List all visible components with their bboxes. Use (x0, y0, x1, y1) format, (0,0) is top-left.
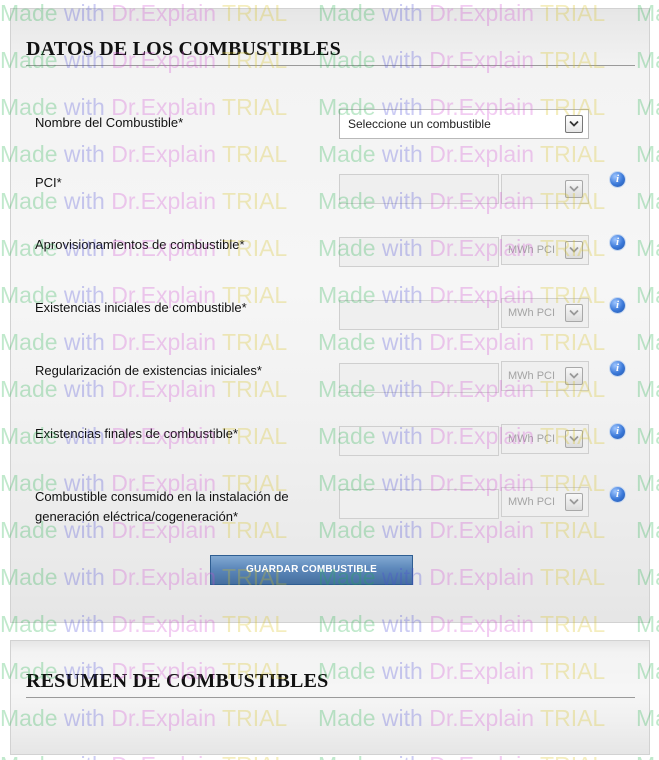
consumed-input[interactable] (339, 489, 499, 519)
chevron-down-icon[interactable] (565, 180, 583, 198)
initial-stock-regularization-input[interactable] (339, 363, 499, 393)
supplies-unit-select[interactable]: MWh PCI (501, 235, 589, 265)
initial-stock-regularization-unit-select[interactable]: MWh PCI (501, 361, 589, 391)
supplies-unit-value: MWh PCI (508, 244, 556, 256)
info-icon[interactable]: i (610, 172, 625, 187)
chevron-down-icon[interactable] (565, 115, 583, 133)
supplies-input[interactable] (339, 237, 499, 267)
final-stock-input[interactable] (339, 426, 499, 456)
chevron-down-icon[interactable] (565, 241, 583, 259)
supplies-label: Aprovisionamientos de combustible* (35, 237, 245, 252)
consumed-label: Combustible consumido en la instalación … (35, 489, 289, 524)
pci-input[interactable] (339, 174, 499, 204)
fuel-name-label: Nombre del Combustible* (35, 115, 184, 130)
info-icon[interactable]: i (610, 424, 625, 439)
chevron-down-icon[interactable] (565, 430, 583, 448)
fuel-name-select[interactable]: Seleccione un combustible (339, 109, 589, 139)
final-stock-unit-select[interactable]: MWh PCI (501, 424, 589, 454)
pci-unit-select[interactable] (501, 174, 589, 204)
chevron-down-icon[interactable] (565, 367, 583, 385)
chevron-down-icon[interactable] (565, 493, 583, 511)
initial-stock-regularization-label: Regularización de existencias iniciales* (35, 363, 262, 378)
fuel-summary-title: RESUMEN DE COMBUSTIBLES (26, 669, 635, 698)
fuel-name-select-value: Seleccione un combustible (348, 117, 491, 131)
consumed-unit-value: MWh PCI (508, 496, 556, 508)
info-icon[interactable]: i (610, 235, 625, 250)
info-icon[interactable]: i (610, 361, 625, 376)
fuel-data-panel: DATOS DE LOS COMBUSTIBLES Nombre del Com… (10, 8, 650, 623)
save-fuel-button[interactable]: GUARDAR COMBUSTIBLE (210, 555, 413, 585)
consumed-unit-select[interactable]: MWh PCI (501, 487, 589, 517)
chevron-down-icon[interactable] (565, 304, 583, 322)
initial-stock-regularization-unit-value: MWh PCI (508, 370, 556, 382)
info-icon[interactable]: i (610, 487, 625, 502)
final-stock-label: Existencias finales de combustible* (35, 426, 239, 441)
initial-stock-unit-value: MWh PCI (508, 307, 556, 319)
initial-stock-unit-select[interactable]: MWh PCI (501, 298, 589, 328)
fuel-summary-panel: RESUMEN DE COMBUSTIBLES (10, 640, 650, 755)
info-icon[interactable]: i (610, 298, 625, 313)
initial-stock-input[interactable] (339, 300, 499, 330)
fuel-data-title: DATOS DE LOS COMBUSTIBLES (26, 37, 635, 66)
final-stock-unit-value: MWh PCI (508, 433, 556, 445)
pci-label: PCI* (35, 175, 62, 190)
initial-stock-label: Existencias iniciales de combustible* (35, 300, 247, 315)
